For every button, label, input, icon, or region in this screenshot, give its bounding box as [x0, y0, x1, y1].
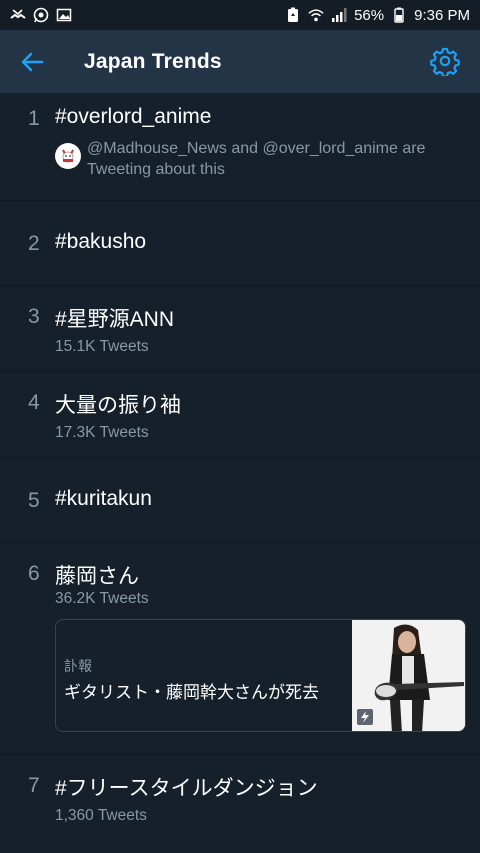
trend-rank: 3: [28, 305, 40, 328]
image-icon: [56, 7, 72, 23]
signal-icon: [331, 7, 347, 23]
status-bar: 56% 9:36 PM: [0, 0, 480, 30]
trend-name: 大量の振り袖: [55, 394, 181, 417]
news-card[interactable]: 訃報 ギタリスト・藤岡幹大さんが死去: [55, 619, 466, 732]
missed-call-icon: [10, 7, 26, 23]
trend-name: #bakusho: [55, 230, 147, 253]
news-headline: ギタリスト・藤岡幹大さんが死去: [64, 683, 319, 703]
whatsapp-icon: [33, 7, 49, 23]
battery-percent: 56%: [354, 6, 385, 24]
back-button[interactable]: [20, 48, 48, 76]
trend-name: 藤岡さん: [55, 565, 139, 588]
trend-item-1[interactable]: 1 #overlord_anime @Madhouse_News and @ov…: [0, 93, 480, 201]
lightning-icon: [357, 709, 373, 725]
trend-item-5[interactable]: 5 #kuritakun: [0, 458, 480, 543]
trend-tweet-count: 1,360 Tweets: [55, 807, 147, 824]
avatar[interactable]: [55, 143, 81, 169]
trend-rank: 6: [28, 562, 40, 585]
trend-name: #フリースタイルダンジョン: [55, 777, 318, 800]
battery-icon: [391, 7, 407, 23]
trend-item-4[interactable]: 4 大量の振り袖 17.3K Tweets: [0, 372, 480, 458]
trend-item-7[interactable]: 7 #フリースタイルダンジョン 1,360 Tweets: [0, 755, 480, 843]
trend-rank: 4: [28, 391, 40, 414]
trend-tweet-count: 36.2K Tweets: [55, 590, 149, 607]
back-arrow-icon: [21, 52, 44, 71]
clock: 9:36 PM: [414, 6, 470, 24]
trend-rank: 7: [28, 774, 40, 797]
trend-rank: 5: [28, 489, 40, 512]
trend-name: #overlord_anime: [55, 105, 212, 128]
trend-item-3[interactable]: 3 #星野源ANN 15.1K Tweets: [0, 286, 480, 372]
gear-icon: [430, 47, 460, 78]
status-right: 56% 9:36 PM: [285, 7, 470, 24]
trend-tweet-count: 17.3K Tweets: [55, 424, 149, 441]
app-bar: Japan Trends: [0, 30, 480, 93]
trend-rank: 1: [28, 107, 40, 130]
trend-context: @Madhouse_News and @over_lord_anime are …: [87, 140, 426, 178]
mascot-avatar-icon: [62, 149, 74, 163]
status-left-icons: [10, 7, 72, 23]
news-category: 訃報: [64, 659, 92, 675]
trend-tweet-count: 15.1K Tweets: [55, 338, 149, 355]
trend-item-6[interactable]: 6 藤岡さん 36.2K Tweets 訃報 ギタリスト・藤岡幹大さんが死去: [0, 543, 480, 755]
settings-button[interactable]: [430, 46, 460, 78]
battery-saver-icon: [285, 7, 301, 23]
trend-name: #kuritakun: [55, 487, 152, 510]
wifi-icon: [308, 7, 324, 23]
trend-item-2[interactable]: 2 #bakusho: [0, 201, 480, 286]
trend-rank: 2: [28, 232, 40, 255]
trend-name: #星野源ANN: [55, 308, 175, 331]
page-title: Japan Trends: [84, 49, 222, 73]
